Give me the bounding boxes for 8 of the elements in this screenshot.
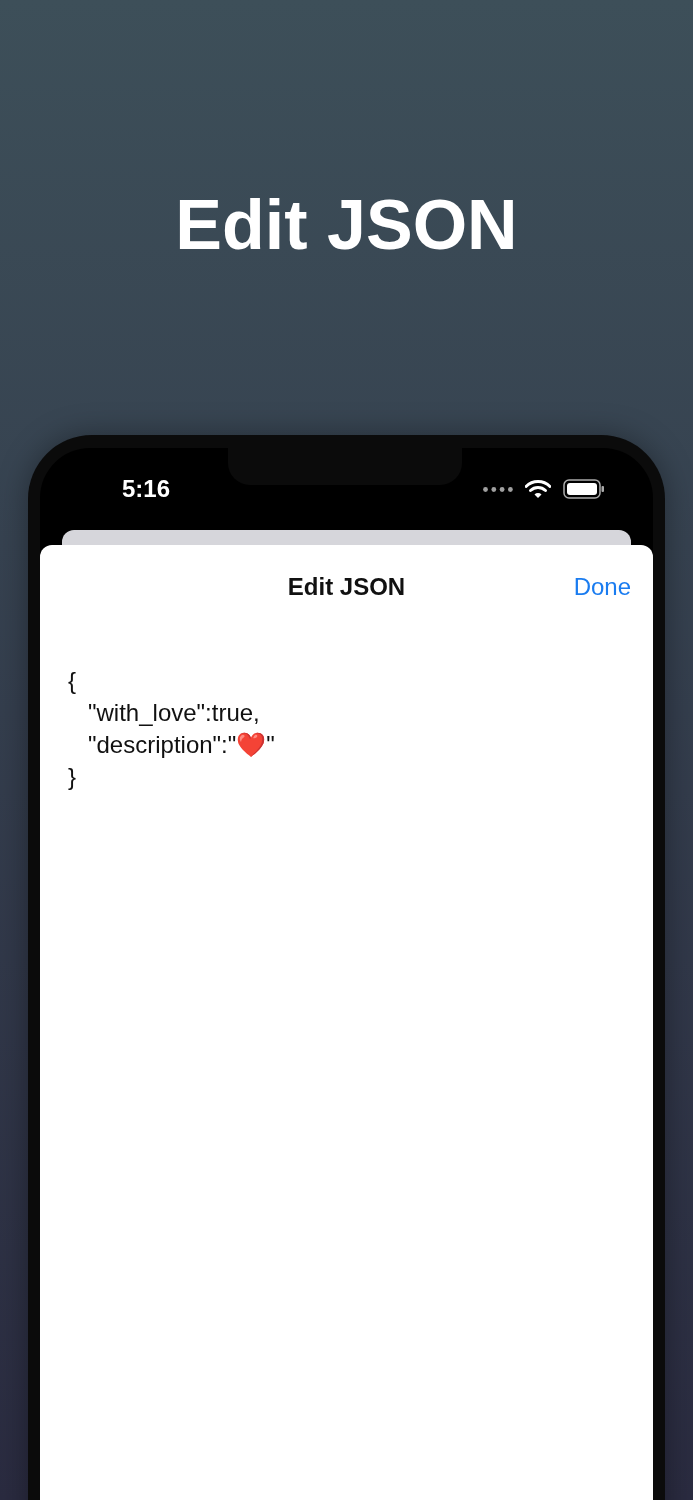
headline: Edit JSON bbox=[174, 185, 519, 266]
wifi-icon bbox=[525, 479, 551, 499]
json-editor[interactable]: { "with_love":true, "description":"❤" } bbox=[68, 665, 275, 793]
nav-title: Edit JSON bbox=[287, 573, 406, 601]
done-button[interactable]: Done bbox=[571, 569, 633, 605]
battery-icon bbox=[563, 479, 605, 499]
status-time: 5:16 bbox=[122, 475, 172, 503]
signal-icon bbox=[483, 486, 513, 492]
